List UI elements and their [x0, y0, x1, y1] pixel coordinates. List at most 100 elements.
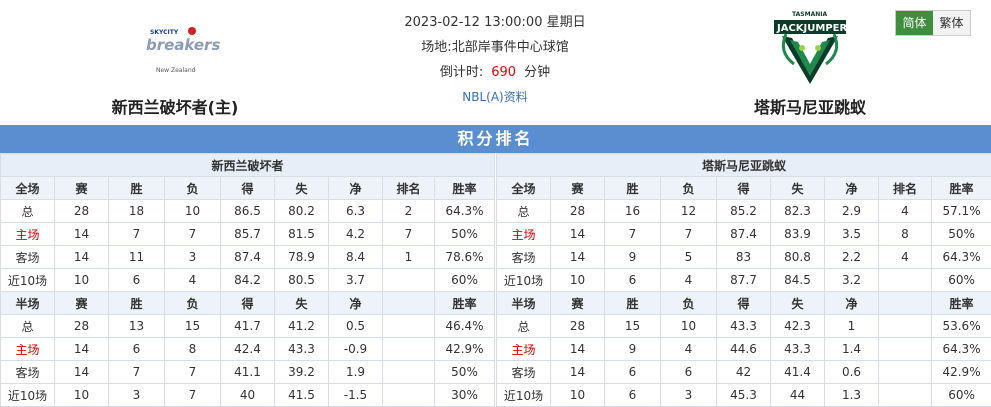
svg-text:JACKJUMPERS: JACKJUMPERS	[776, 23, 850, 34]
table-cell: 42	[716, 360, 771, 384]
table-cell: 4	[878, 199, 932, 223]
team-table-title: 新西兰破坏者	[0, 153, 496, 177]
row-label: 近10场	[496, 268, 551, 292]
countdown-label: 倒计时:	[439, 65, 484, 80]
table-cell: 86.5	[220, 199, 275, 223]
table-cell: 0.6	[824, 360, 879, 384]
table-cell: 41.7	[220, 314, 275, 338]
lang-traditional-button[interactable]: 繁体	[933, 11, 970, 35]
table-cell: 14	[54, 360, 109, 384]
table-cell: 15	[604, 314, 661, 338]
table-cell	[878, 314, 932, 338]
league-info-link[interactable]: NBL(A)资料	[462, 90, 527, 104]
table-row: 客场 14 11 3 87.4 78.9 8.4 1 78.6%	[0, 245, 496, 269]
column-header: 胜	[604, 291, 661, 315]
table-cell	[878, 337, 932, 361]
table-cell: 4	[164, 268, 221, 292]
table-cell: 7	[164, 383, 221, 407]
table-cell: 15	[164, 314, 221, 338]
table-row: 近10场 10 6 4 84.2 80.5 3.7 60%	[0, 268, 496, 292]
table-cell: 85.2	[716, 199, 771, 223]
table-cell: 14	[54, 222, 109, 246]
match-info: 2023-02-12 13:00:00 星期日 场地:北部岸事件中心球馆 倒计时…	[360, 10, 630, 110]
column-header: 胜率	[433, 291, 496, 315]
column-header: 全场	[496, 176, 551, 200]
lang-simplified-button[interactable]: 简体	[896, 11, 933, 35]
row-label: 客场	[0, 245, 55, 269]
table-row: 总 28 16 12 85.2 82.3 2.9 4 57.1%	[496, 199, 991, 223]
table-cell: 60%	[433, 268, 496, 292]
table-cell: 80.2	[274, 199, 329, 223]
language-switch: 简体 繁体	[895, 10, 971, 36]
column-header: 失	[274, 291, 329, 315]
column-header: 净	[824, 176, 879, 200]
table-cell: 3	[164, 245, 221, 269]
table-cell: 8	[164, 337, 221, 361]
table-cell: 0.5	[328, 314, 383, 338]
row-label: 主场	[0, 222, 55, 246]
table-cell: 64.3%	[930, 337, 991, 361]
table-cell: 43.3	[770, 337, 825, 361]
table-cell: 3.5	[824, 222, 879, 246]
row-label: 主场	[0, 337, 55, 361]
table-cell: 43.3	[716, 314, 771, 338]
table-cell: 4	[660, 268, 717, 292]
table-cell: 39.2	[274, 360, 329, 384]
table-row: 总 28 18 10 86.5 80.2 6.3 2 64.3%	[0, 199, 496, 223]
column-header: 半场	[496, 291, 551, 315]
table-cell: 13	[108, 314, 165, 338]
table-cell: 7	[382, 222, 435, 246]
svg-text:SKYCITY: SKYCITY	[150, 29, 179, 36]
table-cell: 53.6%	[930, 314, 991, 338]
table-row: 主场 14 7 7 87.4 83.9 3.5 8 50%	[496, 222, 991, 246]
table-cell: 41.1	[220, 360, 275, 384]
table-cell: 8	[878, 222, 932, 246]
row-label: 近10场	[496, 383, 551, 407]
table-cell: 64.3%	[433, 199, 496, 223]
table-cell: 6.3	[328, 199, 383, 223]
table-header-row: 半场赛胜负得失净 胜率	[496, 291, 991, 315]
table-cell: 87.7	[716, 268, 771, 292]
table-cell: 80.8	[770, 245, 825, 269]
table-cell: 3.7	[328, 268, 383, 292]
column-header: 失	[770, 291, 825, 315]
table-cell: 43.3	[274, 337, 329, 361]
table-cell: 44	[770, 383, 825, 407]
column-header: 得	[716, 291, 771, 315]
table-cell: 6	[108, 268, 165, 292]
table-cell: 3	[660, 383, 717, 407]
table-cell: -1.5	[328, 383, 383, 407]
table-cell: 87.4	[220, 245, 275, 269]
table-cell: 57.1%	[930, 199, 991, 223]
table-cell: 4.2	[328, 222, 383, 246]
row-label: 客场	[496, 360, 551, 384]
table-cell: 18	[108, 199, 165, 223]
table-cell: 7	[164, 360, 221, 384]
column-header: 半场	[0, 291, 55, 315]
table-cell: 7	[660, 222, 717, 246]
table-header-row: 半场赛胜负得失净 胜率	[0, 291, 496, 315]
column-header: 负	[660, 176, 717, 200]
home-team-logo: SKYCITY breakers New Zealand	[130, 22, 230, 77]
table-cell	[382, 383, 435, 407]
row-label: 近10场	[0, 383, 55, 407]
table-cell: 44.6	[716, 337, 771, 361]
team-table-title: 塔斯马尼亚跳蚁	[495, 153, 991, 177]
table-cell	[382, 337, 435, 361]
column-header: 胜	[604, 176, 661, 200]
table-cell: 3	[108, 383, 165, 407]
table-cell: 40	[220, 383, 275, 407]
table-title-row: 新西兰破坏者	[0, 153, 496, 177]
table-cell: 78.9	[274, 245, 329, 269]
table-cell: 4	[660, 337, 717, 361]
table-row: 客场 14 6 6 42 41.4 0.6 42.9%	[496, 360, 991, 384]
table-cell: 28	[54, 199, 109, 223]
table-cell: 1	[382, 245, 435, 269]
table-cell: 2.9	[824, 199, 879, 223]
home-standings-table: 新西兰破坏者 全场赛胜负得失净排名 胜率总 28 18 10 86.5 80.2 6.3 2 64.…	[0, 153, 496, 407]
table-row: 主场 14 7 7 85.7 81.5 4.2 7 50%	[0, 222, 496, 246]
column-header: 得	[220, 291, 275, 315]
column-header: 赛	[54, 291, 109, 315]
match-header: SKYCITY breakers New Zealand 新西兰破坏者(主) 2…	[0, 0, 991, 125]
table-cell: 6	[108, 337, 165, 361]
